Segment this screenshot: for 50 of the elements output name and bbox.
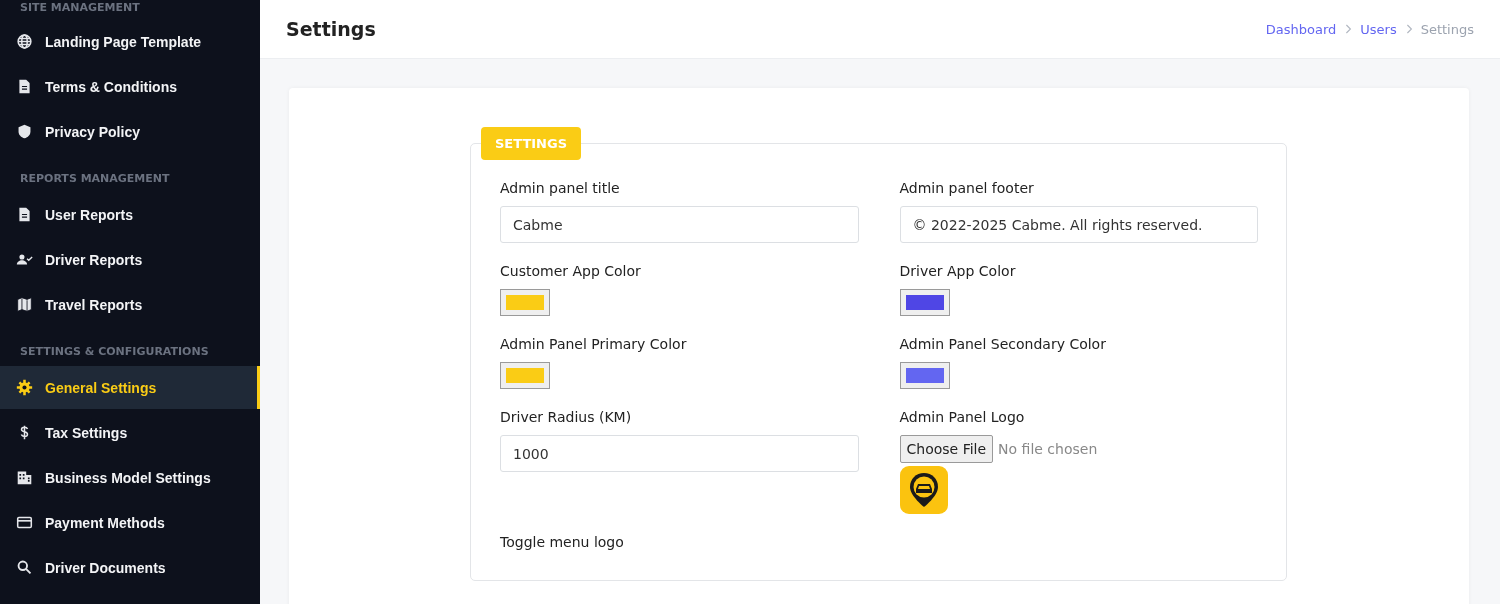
sidebar-item[interactable]: General Settings [0, 366, 260, 409]
chevron-icon [1404, 23, 1413, 35]
sidebar-item[interactable]: User Reports [0, 193, 260, 236]
field-label: Admin Panel Secondary Color [899, 336, 1106, 352]
field-label: Admin Panel Logo [899, 409, 1025, 425]
field-label: Admin Panel Primary Color [500, 336, 687, 352]
card-icon [16, 514, 33, 531]
breadcrumb-link[interactable]: Dashboard [1265, 21, 1337, 37]
field-label: Driver Radius (KM) [500, 409, 632, 425]
file-status: No file chosen [998, 441, 1098, 457]
shield-icon [16, 123, 33, 140]
page-title: Settings [286, 18, 376, 40]
color-picker[interactable] [500, 289, 550, 316]
color-picker[interactable] [899, 362, 950, 389]
sidebar-item[interactable]: Tax Settings [0, 411, 260, 454]
sidebar-item[interactable]: Travel Reports [0, 283, 260, 326]
field-label: Admin panel title [500, 180, 620, 196]
input-field[interactable]: Cabme [500, 206, 859, 243]
field-label: Driver App Color [899, 263, 1016, 279]
doc-icon [16, 78, 33, 95]
choose-file-button[interactable]: Choose File [899, 435, 994, 463]
field-label: Customer App Color [500, 263, 641, 279]
breadcrumb-link[interactable]: Users [1360, 21, 1397, 37]
field-label: Admin panel footer [899, 180, 1034, 196]
color-picker[interactable] [899, 289, 950, 316]
search-icon [16, 559, 33, 576]
section-heading: SITE MANAGEMENT [19, 0, 141, 16]
taxi-pin-logo-icon [899, 466, 948, 514]
breadcrumb-current: Settings [1420, 21, 1474, 37]
gear-icon [16, 379, 33, 396]
input-field[interactable]: 1000 [500, 435, 859, 472]
color-picker[interactable] [500, 362, 550, 389]
map-icon [16, 296, 33, 313]
building-icon [16, 469, 33, 486]
sidebar-item[interactable]: Landing Page Template [0, 20, 260, 63]
person-icon [16, 251, 33, 268]
sidebar-item[interactable]: Driver Documents [0, 546, 260, 589]
sidebar-item[interactable]: Business Model Settings [0, 456, 260, 499]
section-heading: REPORTS MANAGEMENT [19, 171, 171, 187]
section-legend: SETTINGS [481, 127, 582, 160]
sidebar-item[interactable]: Privacy Policy [0, 110, 260, 153]
input-field[interactable]: © 2022-2025 Cabme. All rights reserved. [899, 206, 1258, 243]
sidebar-item[interactable]: Terms & Conditions [0, 65, 260, 108]
globe-icon [16, 33, 33, 50]
section-heading: SETTINGS & CONFIGURATIONS [19, 344, 210, 360]
field-label: Toggle menu logo [500, 534, 624, 550]
sidebar-item[interactable]: Payment Methods [0, 501, 260, 544]
doc-icon [16, 206, 33, 223]
chevron-icon [1344, 23, 1353, 35]
sidebar-item[interactable]: Driver Reports [0, 238, 260, 281]
